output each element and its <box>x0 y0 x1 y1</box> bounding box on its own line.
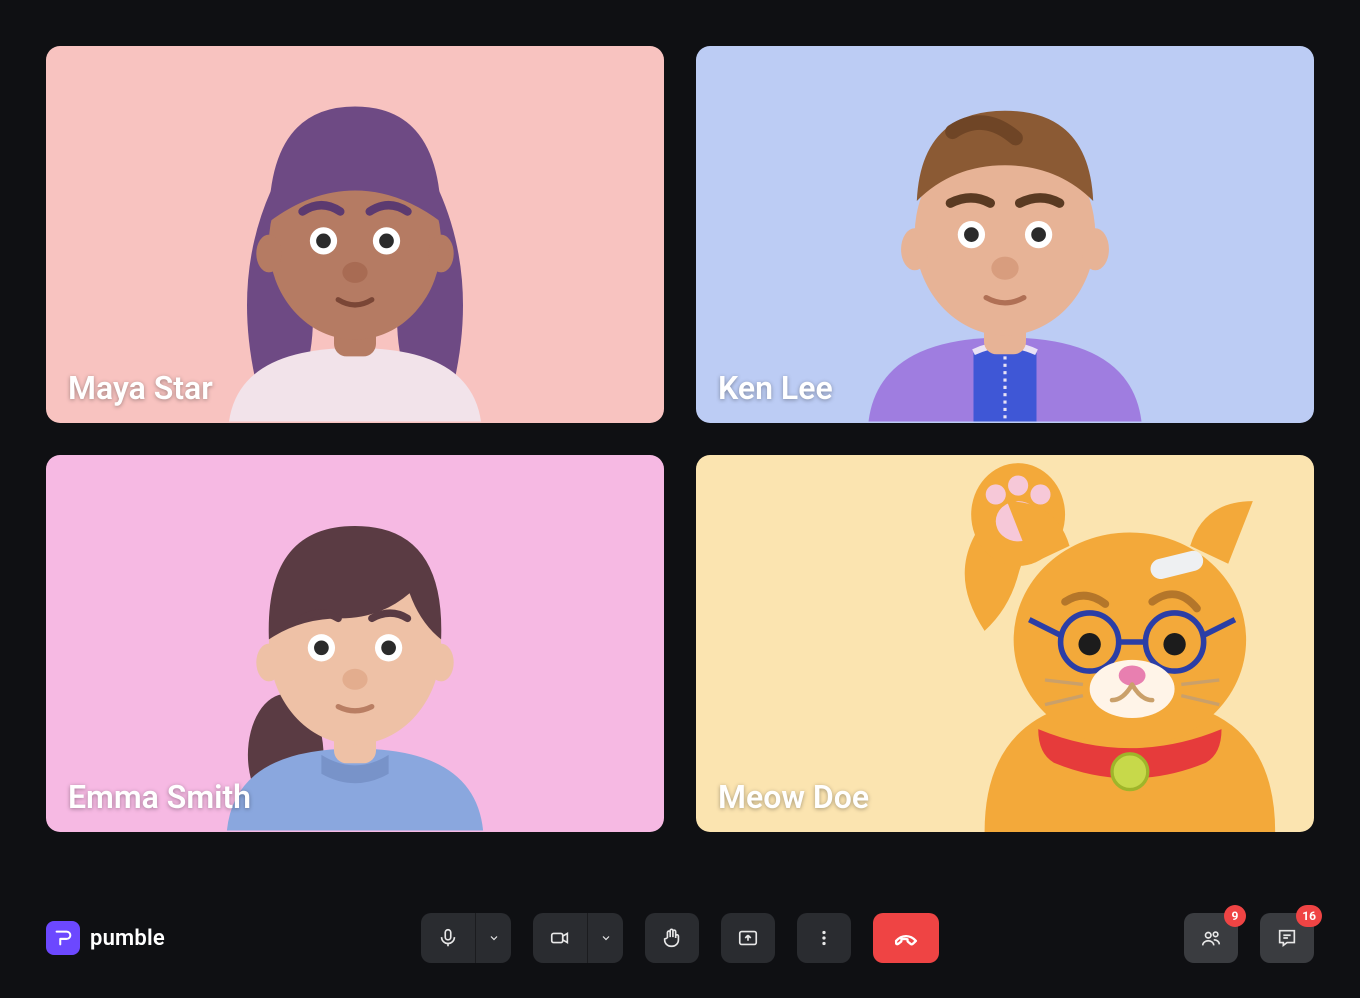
microphone-icon <box>437 927 459 949</box>
hang-up-icon <box>892 924 920 952</box>
hang-up-button[interactable] <box>873 913 939 963</box>
participants-count-badge: 9 <box>1224 905 1246 927</box>
avatar <box>46 455 664 832</box>
participant-name: Ken Lee <box>718 369 833 407</box>
avatar <box>696 455 1314 832</box>
participant-tile-meow-doe[interactable]: Meow Doe <box>696 455 1314 832</box>
avatar <box>46 46 664 423</box>
avatar <box>696 46 1314 423</box>
raise-hand-icon <box>661 927 683 949</box>
brand-logo-icon <box>46 921 80 955</box>
video-grid: Maya Star <box>0 0 1360 878</box>
participant-tile-ken-lee[interactable]: Ken Lee <box>696 46 1314 423</box>
microphone-toggle-button[interactable] <box>421 913 475 963</box>
camera-options-button[interactable] <box>587 913 623 963</box>
participant-tile-emma-smith[interactable]: Emma Smith <box>46 455 664 832</box>
share-screen-button[interactable] <box>721 913 775 963</box>
camera-control <box>533 913 623 963</box>
chat-count-badge: 16 <box>1296 905 1322 927</box>
microphone-options-button[interactable] <box>475 913 511 963</box>
camera-toggle-button[interactable] <box>533 913 587 963</box>
brand: pumble <box>46 921 165 955</box>
participant-tile-maya-star[interactable]: Maya Star <box>46 46 664 423</box>
chevron-down-icon <box>488 932 500 944</box>
participant-name: Emma Smith <box>68 778 251 816</box>
people-icon <box>1200 927 1222 949</box>
participant-name: Meow Doe <box>718 778 869 816</box>
share-screen-icon <box>737 927 759 949</box>
brand-name: pumble <box>90 926 165 951</box>
more-options-button[interactable] <box>797 913 851 963</box>
call-toolbar: pumble <box>0 878 1360 998</box>
more-vertical-icon <box>813 927 835 949</box>
participant-name: Maya Star <box>68 369 213 407</box>
camera-icon <box>549 927 571 949</box>
raise-hand-button[interactable] <box>645 913 699 963</box>
chat-icon <box>1276 927 1298 949</box>
microphone-control <box>421 913 511 963</box>
right-controls: 9 16 <box>1184 913 1314 963</box>
center-controls <box>421 913 939 963</box>
chevron-down-icon <box>600 932 612 944</box>
